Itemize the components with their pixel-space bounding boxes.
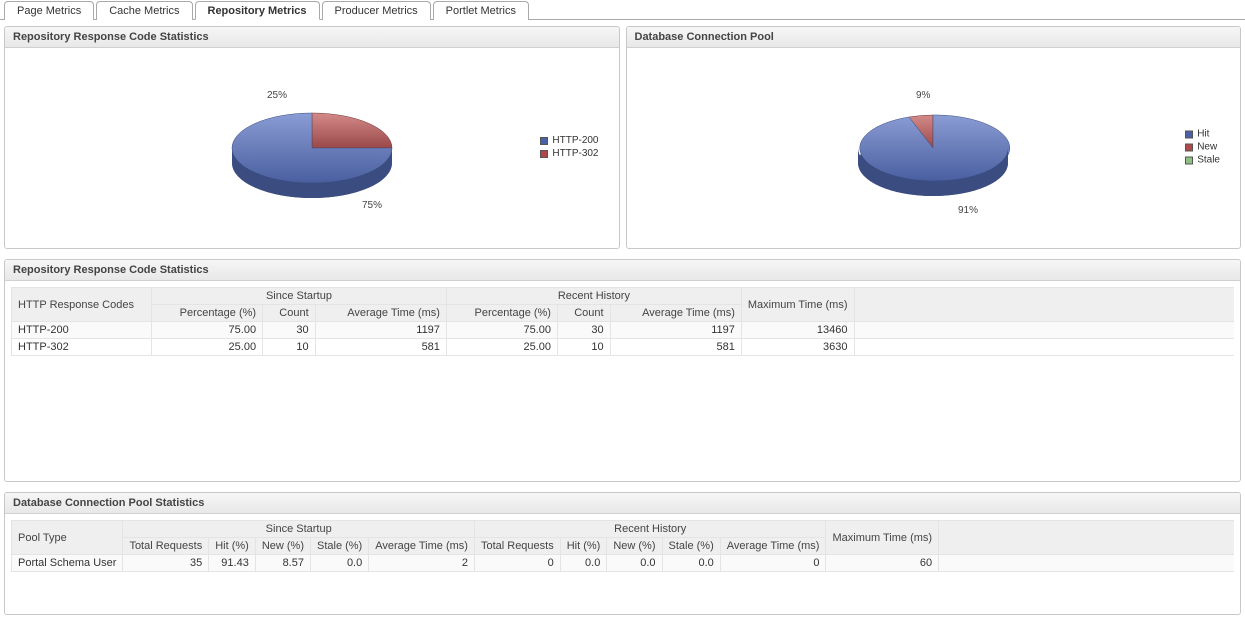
legend-swatch-icon: [540, 150, 548, 158]
legend-label: HTTP-302: [552, 148, 598, 159]
cell: 75.00: [152, 322, 263, 339]
panel-title: Database Connection Pool: [627, 27, 1241, 48]
col-group-header: Recent History: [446, 288, 741, 305]
cell-spacer: [854, 339, 1234, 356]
cell: 25.00: [152, 339, 263, 356]
tab-producer-metrics[interactable]: Producer Metrics: [322, 1, 431, 20]
panel-response-code-table: Repository Response Code Statistics HTTP…: [4, 259, 1241, 482]
legend-label: New: [1197, 142, 1217, 153]
col-header[interactable]: Average Time (ms): [610, 305, 741, 322]
panel-connection-pool-table: Database Connection Pool Statistics Pool…: [4, 492, 1241, 615]
cell: 10: [557, 339, 610, 356]
table-row[interactable]: HTTP-30225.001058125.00105813630: [12, 339, 1235, 356]
col-header[interactable]: New (%): [255, 538, 310, 555]
legend-swatch-icon: [1185, 130, 1193, 138]
tab-page-metrics[interactable]: Page Metrics: [4, 1, 94, 20]
table-connection-pool: Pool Type Since Startup Recent History M…: [11, 520, 1234, 572]
col-header[interactable]: Count: [557, 305, 610, 322]
pie-chart-pool: 9% 91%: [783, 58, 1083, 238]
col-header[interactable]: Stale (%): [662, 538, 720, 555]
col-group-header: Since Startup: [152, 288, 447, 305]
pie-slice-label: 75%: [362, 200, 382, 211]
legend-label: HTTP-200: [552, 135, 598, 146]
panel-connection-pool-chart: Database Connection Pool 9% 91% Hit New …: [626, 26, 1242, 249]
tab-repository-metrics[interactable]: Repository Metrics: [195, 1, 320, 20]
col-header[interactable]: Pool Type: [12, 521, 123, 555]
cell: 0: [720, 555, 826, 572]
content-scroll[interactable]: Repository Response Code Statistics: [0, 20, 1245, 632]
cell-spacer: [854, 322, 1234, 339]
cell: 0.0: [662, 555, 720, 572]
cell: 10: [263, 339, 316, 356]
cell: 1197: [315, 322, 446, 339]
tab-cache-metrics[interactable]: Cache Metrics: [96, 1, 192, 20]
tab-portlet-metrics[interactable]: Portlet Metrics: [433, 1, 529, 20]
cell: 25.00: [446, 339, 557, 356]
col-header[interactable]: Percentage (%): [152, 305, 263, 322]
col-header[interactable]: Average Time (ms): [720, 538, 826, 555]
col-header[interactable]: Average Time (ms): [315, 305, 446, 322]
legend-swatch-icon: [540, 137, 548, 145]
cell: 75.00: [446, 322, 557, 339]
cell: 0.0: [560, 555, 607, 572]
pie-slice-label: 9%: [916, 90, 931, 101]
col-header[interactable]: Hit (%): [560, 538, 607, 555]
legend-label: Hit: [1197, 129, 1209, 140]
col-header[interactable]: HTTP Response Codes: [12, 288, 152, 322]
table-row[interactable]: HTTP-20075.0030119775.0030119713460: [12, 322, 1235, 339]
pie-slice-label: 25%: [267, 90, 287, 101]
cell: 581: [315, 339, 446, 356]
col-spacer: [939, 521, 1234, 555]
col-header[interactable]: Hit (%): [209, 538, 256, 555]
chart-legend: HTTP-200 HTTP-302: [540, 135, 598, 161]
cell: 1197: [610, 322, 741, 339]
col-header[interactable]: Total Requests: [474, 538, 560, 555]
cell-name: HTTP-200: [12, 322, 152, 339]
legend-swatch-icon: [1185, 156, 1193, 164]
cell: 30: [263, 322, 316, 339]
table-row[interactable]: Portal Schema User3591.438.570.0200.00.0…: [12, 555, 1235, 572]
cell: 2: [369, 555, 475, 572]
panel-response-code-chart: Repository Response Code Statistics: [4, 26, 620, 249]
cell: 91.43: [209, 555, 256, 572]
cell: 581: [610, 339, 741, 356]
col-header[interactable]: Total Requests: [123, 538, 209, 555]
cell-spacer: [939, 555, 1234, 572]
col-group-header: Since Startup: [123, 521, 475, 538]
cell-name: HTTP-302: [12, 339, 152, 356]
col-header[interactable]: Maximum Time (ms): [826, 521, 939, 555]
col-header[interactable]: Maximum Time (ms): [741, 288, 854, 322]
pie-slice-label: 91%: [958, 205, 978, 216]
cell: 3630: [741, 339, 854, 356]
panel-title: Database Connection Pool Statistics: [5, 493, 1240, 514]
col-header[interactable]: Stale (%): [310, 538, 368, 555]
table-response-codes: HTTP Response Codes Since Startup Recent…: [11, 287, 1234, 356]
cell-name: Portal Schema User: [12, 555, 123, 572]
cell: 13460: [741, 322, 854, 339]
cell: 60: [826, 555, 939, 572]
col-spacer: [854, 288, 1234, 322]
col-header[interactable]: New (%): [607, 538, 662, 555]
col-header[interactable]: Percentage (%): [446, 305, 557, 322]
col-header[interactable]: Average Time (ms): [369, 538, 475, 555]
cell: 0.0: [310, 555, 368, 572]
panel-title: Repository Response Code Statistics: [5, 27, 619, 48]
cell: 0: [474, 555, 560, 572]
cell: 0.0: [607, 555, 662, 572]
legend-label: Stale: [1197, 155, 1220, 166]
chart-legend: Hit New Stale: [1185, 129, 1220, 168]
pie-chart-response: 25% 75%: [162, 58, 462, 238]
col-group-header: Recent History: [474, 521, 826, 538]
cell: 35: [123, 555, 209, 572]
tab-bar: Page Metrics Cache Metrics Repository Me…: [0, 0, 1245, 20]
col-header[interactable]: Count: [263, 305, 316, 322]
panel-title: Repository Response Code Statistics: [5, 260, 1240, 281]
cell: 8.57: [255, 555, 310, 572]
cell: 30: [557, 322, 610, 339]
legend-swatch-icon: [1185, 143, 1193, 151]
